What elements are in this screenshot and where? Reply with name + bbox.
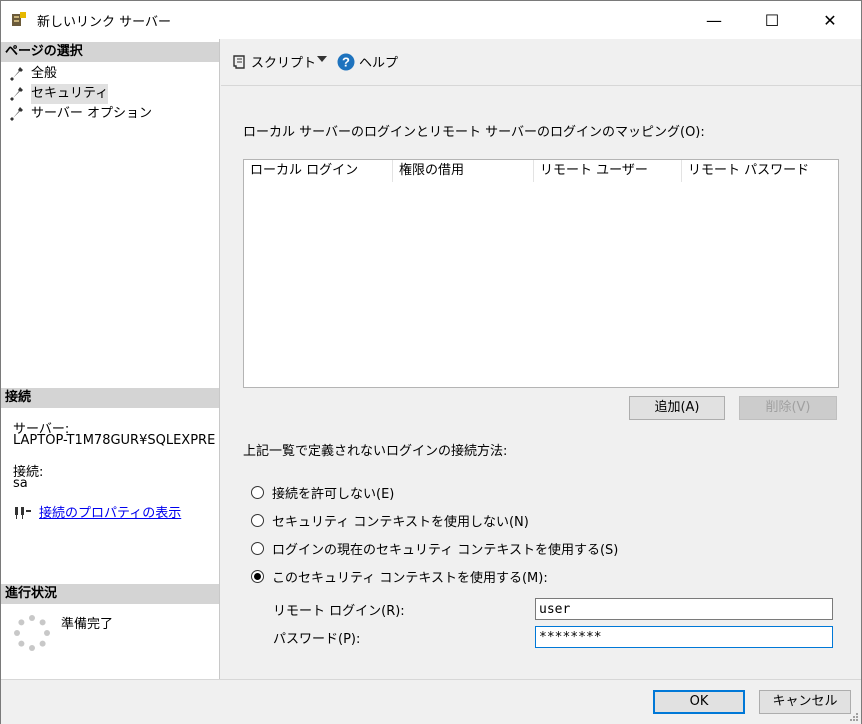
maximize-button[interactable]: ☐ [749, 1, 795, 39]
nav-item-server-options[interactable]: サーバー オプション [9, 104, 152, 124]
password-label: パスワード(P): [273, 632, 361, 647]
remove-button[interactable]: 削除(V) [739, 396, 837, 420]
script-dropdown[interactable] [317, 56, 327, 62]
remote-login-label: リモート ログイン(R): [273, 604, 405, 619]
connection-icon [15, 506, 31, 519]
script-icon [233, 54, 245, 69]
wrench-icon [10, 67, 23, 81]
radio-label: セキュリティ コンテキストを使用しない(N) [272, 514, 529, 530]
radio-indicator [251, 513, 264, 527]
connection-header: 接続 [1, 388, 219, 408]
radio-current-security-context[interactable]: ログインの現在のセキュリティ コンテキストを使用する(S) [251, 538, 618, 558]
chevron-down-icon [317, 56, 327, 62]
progress-header: 進行状況 [1, 584, 219, 604]
help-icon: ? [337, 53, 355, 70]
svg-text:?: ? [342, 54, 350, 69]
wrench-icon [10, 107, 23, 121]
window-title: 新しいリンク サーバー [37, 15, 172, 30]
maximize-icon: ☐ [764, 10, 780, 30]
server-value: LAPTOP-T1M78GUR¥SQLEXPRE [13, 433, 216, 448]
connection-value: sa [13, 476, 28, 491]
nav-item-label: サーバー オプション [31, 106, 153, 121]
connection-properties-link[interactable]: 接続のプロパティの表示 [39, 502, 181, 521]
password-input[interactable] [535, 626, 833, 648]
connection-properties-row: 接続のプロパティの表示 [13, 502, 181, 521]
help-label: ヘルプ [359, 56, 399, 71]
left-pane: ページの選択 全般 セキュリティ サーバー オプション 接続 サーバー: LAP… [1, 39, 220, 679]
resize-grip-icon[interactable] [849, 712, 859, 722]
progress-spinner-icon [14, 615, 50, 651]
close-button[interactable]: ✕ [807, 1, 853, 39]
radio-label: ログインの現在のセキュリティ コンテキストを使用する(S) [272, 542, 619, 558]
nav-item-label: セキュリティ [31, 84, 109, 104]
login-mapping-grid[interactable]: ローカル ログイン 権限の借用 リモート ユーザー リモート パスワード [243, 159, 839, 388]
help-button[interactable]: ? ヘルプ [337, 52, 398, 71]
script-label: スクリプト [251, 56, 317, 71]
linked-server-icon [12, 12, 26, 26]
radio-label: このセキュリティ コンテキストを使用する(M): [272, 570, 548, 586]
dialog-window: 新しいリンク サーバー — ☐ ✕ ページの選択 全般 セキュリティ サーバー … [0, 0, 862, 724]
minimize-icon: — [706, 10, 722, 30]
ok-button[interactable]: OK [653, 690, 745, 714]
nav-item-label: 全般 [31, 66, 58, 81]
script-button[interactable]: スクリプト [231, 52, 316, 71]
column-impersonate[interactable]: 権限の借用 [393, 160, 534, 182]
cancel-button[interactable]: キャンセル [759, 690, 851, 714]
wrench-icon [10, 87, 23, 101]
radio-label: 接続を許可しない(E) [272, 486, 395, 502]
mapping-title: ローカル サーバーのログインとリモート サーバーのログインのマッピング(O): [243, 125, 705, 140]
progress-status: 準備完了 [61, 617, 114, 632]
grid-header: ローカル ログイン 権限の借用 リモート ユーザー リモート パスワード [244, 160, 838, 182]
remote-login-input[interactable] [535, 598, 833, 620]
column-local-login[interactable]: ローカル ログイン [244, 160, 393, 182]
title-bar: 新しいリンク サーバー — ☐ ✕ [1, 1, 861, 39]
column-remote-password[interactable]: リモート パスワード [682, 160, 836, 182]
dialog-footer: OK キャンセル [1, 679, 861, 724]
page-select-header: ページの選択 [1, 42, 219, 62]
nav-item-security[interactable]: セキュリティ [9, 84, 109, 104]
radio-this-security-context[interactable]: このセキュリティ コンテキストを使用する(M): [251, 566, 548, 586]
minimize-button[interactable]: — [691, 1, 737, 39]
radio-indicator-selected [251, 569, 264, 583]
undefined-logins-title: 上記一覧で定義されないログインの接続方法: [243, 444, 508, 459]
radio-without-security-context[interactable]: セキュリティ コンテキストを使用しない(N) [251, 510, 529, 530]
security-page: ローカル サーバーのログインとリモート サーバーのログインのマッピング(O): … [221, 86, 861, 679]
nav-item-general[interactable]: 全般 [9, 64, 57, 84]
radio-not-be-made[interactable]: 接続を許可しない(E) [251, 482, 394, 502]
radio-indicator [251, 485, 264, 499]
toolbar: スクリプト ? ヘルプ [221, 39, 861, 86]
column-remote-user[interactable]: リモート ユーザー [534, 160, 682, 182]
add-button[interactable]: 追加(A) [629, 396, 725, 420]
close-icon: ✕ [823, 10, 837, 30]
radio-indicator [251, 541, 264, 555]
